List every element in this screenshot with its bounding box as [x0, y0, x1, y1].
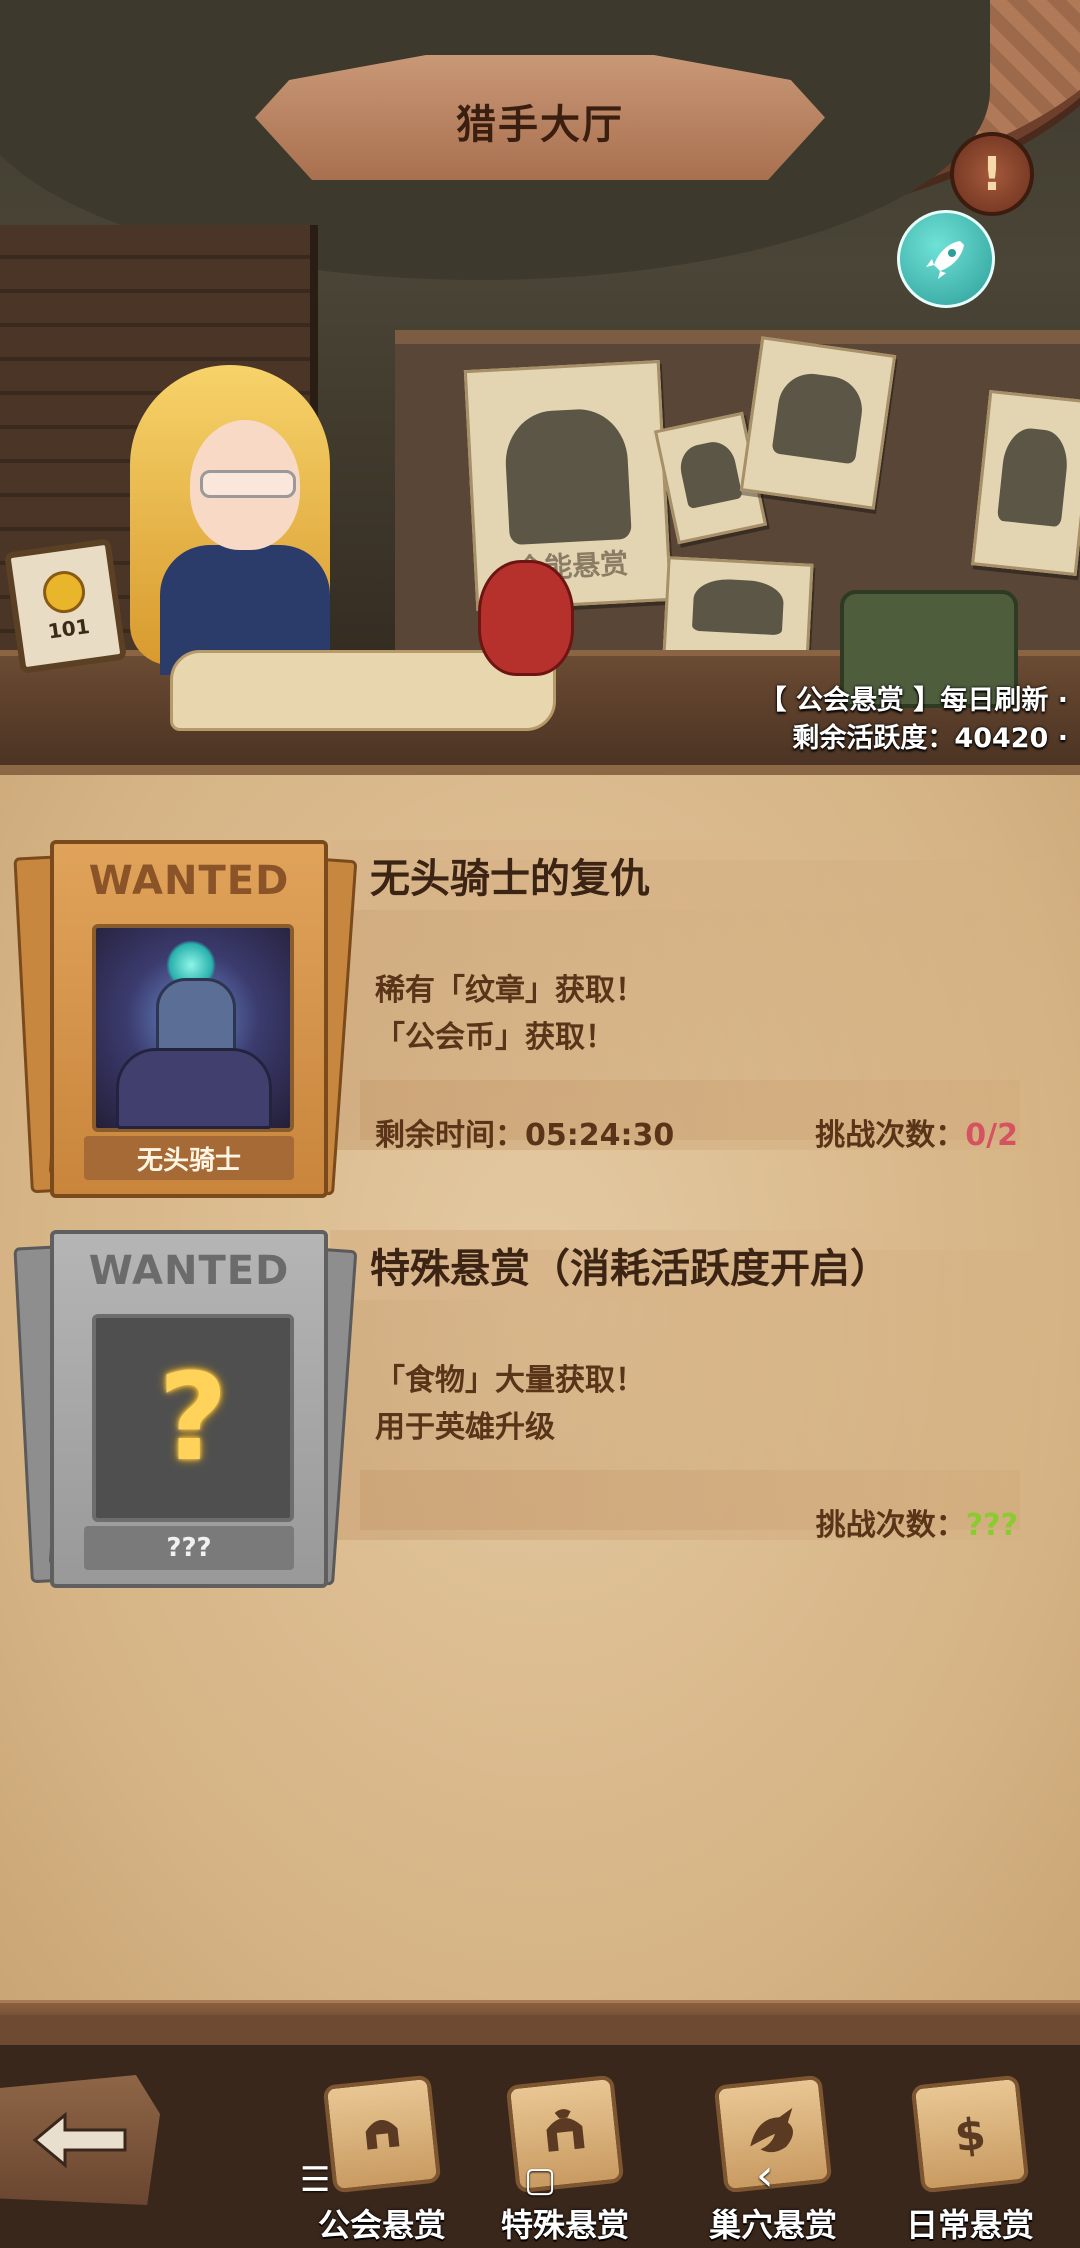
portrait-name: 无头骑士 — [84, 1136, 294, 1180]
challenge-count-value: ??? — [965, 1508, 1018, 1543]
rocket-icon — [926, 241, 964, 279]
tab-label: 特殊悬赏 — [500, 2206, 629, 2244]
back-arrow-icon — [32, 2111, 127, 2169]
bounty-card[interactable]: 无头骑士的复仇 稀有「纹章」获取！ 「公会币」获取！ 剩余时间：05:24:30… — [13, 840, 1040, 1200]
challenge-count: 挑战次数：0/2 — [815, 1118, 1018, 1153]
headless-knight-portrait — [92, 924, 294, 1132]
small-poster — [662, 556, 814, 665]
challenge-count-value: 0/2 — [965, 1118, 1018, 1153]
dollar-icon: $ — [952, 2109, 988, 2163]
bounty-title: 无头骑士的复仇 — [370, 856, 650, 902]
tab-label: 巢穴悬赏 — [708, 2206, 837, 2244]
home-icon[interactable]: ▢ — [524, 2160, 556, 2200]
back-button[interactable] — [0, 2075, 160, 2205]
reward-line: 稀有「纹章」获取！ — [375, 973, 645, 1008]
exclamation-icon: ! — [981, 147, 1003, 201]
portrait-name: ??? — [84, 1526, 294, 1570]
hunter-hall-scene: 全能悬赏 101 猎手大厅 ! 【 公会悬赏 】每日刷新 · 剩余活跃度：404… — [0, 0, 1080, 765]
tab-label: 公会悬赏 — [317, 2206, 446, 2244]
wanted-poster[interactable]: WANTED 无头骑士 — [13, 840, 358, 1198]
reward-line: 「公会币」获取！ — [375, 1020, 615, 1055]
activity-remaining: 剩余活跃度：40420 · — [792, 723, 1068, 754]
coin-icon — [39, 568, 88, 616]
guild-bounty-info: 【 公会悬赏 】每日刷新 · — [759, 685, 1068, 716]
tab-daily-bounty[interactable]: $ 日常悬赏 — [880, 2074, 1060, 2248]
unknown-portrait: ? — [92, 1314, 294, 1522]
money-sack — [478, 560, 574, 676]
small-poster — [739, 336, 897, 510]
wanted-label: WANTED — [88, 858, 290, 904]
challenge-count: 挑战次数：??? — [815, 1508, 1018, 1543]
reward-line: 「食物」大量获取！ — [375, 1363, 645, 1398]
title-plate: 猎手大厅 — [255, 55, 825, 180]
hunter-receptionist — [120, 365, 390, 675]
wanted-poster-locked[interactable]: WANTED ? ??? — [13, 1230, 358, 1588]
menu-icon[interactable]: ☰ — [300, 2160, 330, 2200]
bounty-title: 特殊悬赏（消耗活跃度开启） — [370, 1246, 890, 1292]
back-nav-icon[interactable]: ‹ — [756, 2150, 774, 2201]
rocket-button[interactable] — [897, 210, 995, 308]
helmet-icon — [365, 2120, 400, 2150]
info-button[interactable]: ! — [950, 132, 1034, 216]
spartan-helmet-icon — [546, 2109, 585, 2152]
small-poster — [971, 389, 1080, 577]
coin-sign-value: 101 — [46, 613, 92, 644]
reward-line: 用于英雄升级 — [375, 1410, 555, 1445]
page-title: 猎手大厅 — [456, 101, 624, 148]
svg-text:$: $ — [952, 2109, 988, 2163]
bounty-card[interactable]: 特殊悬赏（消耗活跃度开启） 「食物」大量获取！ 用于英雄升级 挑战次数：??? … — [13, 1230, 1040, 1590]
question-mark-icon: ? — [158, 1348, 228, 1488]
tab-special-bounty[interactable]: 特殊悬赏 — [475, 2074, 655, 2248]
time-remaining: 剩余时间：05:24:30 — [375, 1118, 675, 1153]
tab-label: 日常悬赏 — [905, 2206, 1034, 2244]
coin-sign: 101 — [4, 538, 127, 674]
wanted-label: WANTED — [88, 1248, 290, 1294]
